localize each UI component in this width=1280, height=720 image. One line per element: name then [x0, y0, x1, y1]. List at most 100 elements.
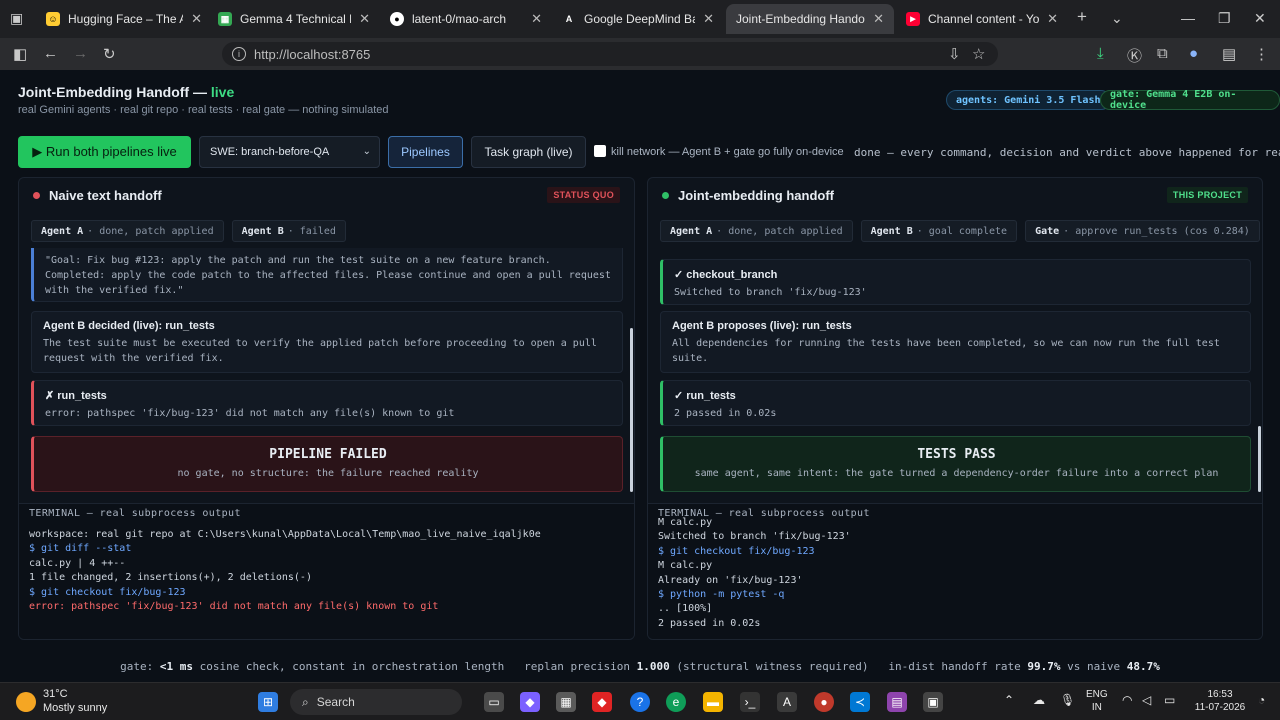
microphone-icon[interactable]: 🎙 — [1060, 694, 1075, 707]
chip-key: Gate — [1035, 225, 1060, 237]
run-tests-fail-card: ✗ run_tests error: pathspec 'fix/bug-123… — [31, 380, 623, 426]
naive-feed[interactable]: "Goal: Fix bug #123: apply the patch and… — [19, 248, 634, 492]
handoff-card: "Goal: Fix bug #123: apply the patch and… — [31, 248, 623, 302]
extensions-puzzle-icon[interactable]: ⧉ — [1157, 45, 1168, 62]
vscode-icon[interactable]: ≺ — [850, 692, 870, 712]
tab-github[interactable]: ● latent-0/mao-arch ✕ — [380, 4, 552, 34]
windows-taskbar: 31°C Mostly sunny ⊞ ⌕ Search ▭ ◆ ▦ ◆ ? e… — [0, 682, 1280, 720]
tab-hugging-face[interactable]: ☺ Hugging Face – The AI comm ✕ — [36, 4, 212, 34]
joint-feed[interactable]: ✓ checkout_branch Switched to branch 'fi… — [648, 248, 1262, 492]
proposes-title: Agent B proposes (live): run_tests — [672, 320, 852, 332]
checkout-title: ✓ checkout_branch — [674, 269, 778, 281]
run-status-text: done — every command, decision and verdi… — [854, 146, 1280, 159]
app-red-icon[interactable]: ◆ — [592, 692, 612, 712]
file-explorer-icon[interactable]: ▬ — [703, 692, 723, 712]
terminal-line: $ git checkout fix/bug-123 — [658, 545, 815, 557]
back-icon[interactable]: ← — [43, 45, 58, 62]
windows-start-icon[interactable]: ⊞ — [258, 692, 278, 712]
scenario-select[interactable]: SWE: branch-before-QA ⌄ — [199, 136, 380, 168]
terminal-line: $ python -m pytest -q — [658, 589, 785, 601]
tab-list-chevron-icon[interactable]: ⌄ — [1111, 10, 1123, 27]
site-info-icon[interactable]: i — [232, 47, 246, 61]
tab-gemma-report[interactable]: ▦ Gemma 4 Technical Report ✕ — [208, 4, 380, 34]
app-gray-icon[interactable]: ▣ — [923, 692, 943, 712]
tab-deepmind[interactable]: A Google DeepMind Bangalor ✕ — [552, 4, 724, 34]
tab-youtube[interactable]: ▶ Channel content - YouTube ✕ — [896, 4, 1068, 34]
close-icon[interactable]: ✕ — [191, 11, 202, 27]
control-row: ▶ Run both pipelines live SWE: branch-be… — [0, 136, 1280, 168]
run-tests-pass-card: ✓ run_tests 2 passed in 0.02s — [660, 380, 1251, 426]
pipelines-tab[interactable]: Pipelines — [388, 136, 463, 168]
close-window-icon[interactable]: ✕ — [1254, 10, 1266, 27]
app-purple-icon[interactable]: ▤ — [887, 692, 907, 712]
naive-value: 48.7% — [1126, 660, 1160, 673]
battery-icon[interactable]: ▭ — [1164, 694, 1175, 707]
close-icon[interactable]: ✕ — [873, 11, 884, 27]
terminal-icon[interactable]: ›_ — [740, 692, 760, 712]
panel-title: Naive text handoff — [49, 188, 162, 203]
close-icon[interactable]: ✕ — [703, 11, 714, 27]
help-icon[interactable]: ? — [630, 692, 650, 712]
workspaces-icon[interactable]: ▣ — [10, 10, 23, 27]
clock[interactable]: 16:53 11-07-2026 — [1190, 688, 1250, 714]
rate-value: 99.7% — [1027, 660, 1061, 673]
tab-title: Hugging Face – The AI comm — [68, 12, 183, 26]
store-icon[interactable]: ▦ — [556, 692, 576, 712]
agent-a-chip: Agent A · done, patch applied — [660, 220, 853, 242]
chip-value: · approve run_tests (cos 0.284) — [1063, 225, 1250, 237]
taskbar-search[interactable]: ⌕ Search — [290, 689, 462, 715]
terminal-lines: M calc.py Switched to branch 'fix/bug-123… — [658, 516, 851, 631]
chip-value: · done, patch applied — [716, 225, 843, 237]
notification-bell-icon[interactable]: ◔ — [1258, 694, 1265, 707]
url-field[interactable]: i http://localhost:8765 — [222, 42, 998, 66]
kill-network-checkbox[interactable] — [594, 145, 606, 157]
minimize-icon[interactable]: — — [1181, 10, 1195, 26]
edge-icon[interactable]: e — [666, 692, 686, 712]
decided-title: Agent B decided (live): run_tests — [43, 320, 215, 332]
cloud-icon[interactable]: ☁ — [1033, 694, 1045, 707]
run-both-button[interactable]: ▶ Run both pipelines live — [18, 136, 191, 168]
deepmind-icon: A — [565, 14, 573, 24]
profile-avatar-icon[interactable]: ● — [1189, 45, 1198, 62]
search-icon: ⌕ — [302, 694, 309, 709]
scrollbar-thumb[interactable] — [630, 328, 633, 492]
page-subtitle: real Gemini agents · real git repo · rea… — [18, 104, 389, 116]
status-dot — [662, 192, 669, 199]
language-indicator[interactable]: ENG IN — [1086, 688, 1108, 714]
decided-body: The test suite must be executed to verif… — [43, 338, 597, 364]
browser-icon[interactable]: ● — [814, 692, 834, 712]
tab-joint-embedding[interactable]: Joint-Embedding Handoff — live ✕ — [726, 4, 894, 34]
task-view-icon[interactable]: ▭ — [484, 692, 504, 712]
weather-sun-icon[interactable] — [16, 692, 36, 712]
copilot-icon[interactable]: ◆ — [520, 692, 540, 712]
forward-icon[interactable]: → — [73, 45, 88, 62]
new-tab-icon[interactable]: + — [1077, 7, 1087, 27]
terminal-line: .. [100%] — [658, 603, 713, 615]
download-icon[interactable]: ⤓ — [1097, 45, 1104, 62]
close-icon[interactable]: ✕ — [1047, 11, 1058, 27]
volume-icon[interactable]: ◁ — [1142, 694, 1151, 707]
scrollbar-thumb[interactable] — [1258, 426, 1261, 492]
media-icon[interactable]: ▤ — [1222, 45, 1236, 63]
install-app-icon[interactable]: ⇩ — [948, 45, 961, 63]
sidebar-icon[interactable]: ◧ — [13, 45, 27, 63]
tab-title: Joint-Embedding Handoff — live — [736, 12, 865, 26]
terminal-line: Already on 'fix/bug-123' — [658, 574, 803, 586]
reload-icon[interactable]: ↻ — [103, 45, 116, 63]
naive-agent-chips: Agent A · done, patch applied Agent B · fa… — [31, 220, 346, 242]
task-graph-tab[interactable]: Task graph (live) — [471, 136, 586, 168]
menu-kebab-icon[interactable]: ⋮ — [1254, 45, 1269, 63]
wifi-icon[interactable]: ◠ — [1122, 694, 1132, 707]
close-icon[interactable]: ✕ — [531, 11, 542, 27]
app-a-icon[interactable]: A — [777, 692, 797, 712]
extension-k-icon[interactable]: Ⓚ — [1127, 45, 1142, 66]
terminal-title: TERMINAL — real subprocess output — [29, 508, 241, 519]
close-icon[interactable]: ✕ — [359, 11, 370, 27]
rate-mid: vs naive — [1060, 660, 1127, 673]
tray-chevron-up-icon[interactable]: ⌃ — [1004, 694, 1014, 707]
proposes-card: Agent B proposes (live): run_tests All d… — [660, 311, 1251, 373]
restore-icon[interactable]: ❐ — [1218, 10, 1231, 27]
chip-value: · goal complete — [916, 225, 1008, 237]
bookmark-star-icon[interactable]: ☆ — [972, 45, 985, 63]
chip-key: Agent A — [670, 225, 713, 237]
